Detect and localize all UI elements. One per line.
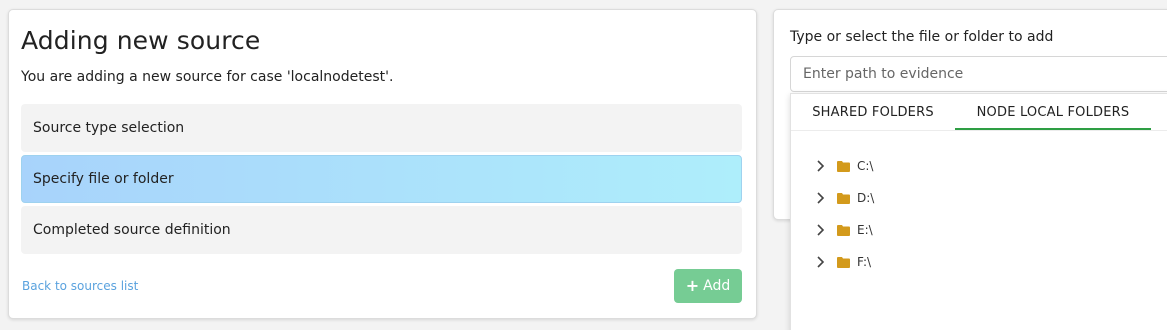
page-title: Adding new source <box>21 26 261 55</box>
step-specify-file-or-folder[interactable]: Specify file or folder <box>21 155 742 203</box>
folder-label: F:\ <box>857 255 872 269</box>
tab-shared-folders[interactable]: SHARED FOLDERS <box>791 94 955 130</box>
plus-icon: + <box>685 276 700 295</box>
step-completed-source-definition[interactable]: Completed source definition <box>21 206 742 254</box>
add-source-card: Adding new source You are adding a new s… <box>8 9 757 319</box>
folder-icon <box>837 256 850 268</box>
folder-icon <box>837 160 850 172</box>
folder-icon <box>837 224 850 236</box>
folder-label: E:\ <box>857 223 873 237</box>
step-label: Source type selection <box>33 120 185 136</box>
folder-browser-dropdown: SHARED FOLDERS NODE LOCAL FOLDERS C:\ D:… <box>790 93 1167 330</box>
add-button-label: Add <box>703 278 731 294</box>
page-subtitle: You are adding a new source for case 'lo… <box>21 69 394 85</box>
folder-label: C:\ <box>857 159 874 173</box>
folder-item-d[interactable]: D:\ <box>815 188 874 208</box>
folder-item-c[interactable]: C:\ <box>815 156 873 176</box>
path-label: Type or select the file or folder to add <box>790 29 1054 45</box>
add-button[interactable]: + Add <box>674 269 742 303</box>
chevron-right-icon[interactable] <box>815 255 827 269</box>
folder-item-f[interactable]: F:\ <box>815 252 871 272</box>
chevron-right-icon[interactable] <box>815 191 827 205</box>
tab-node-local-folders[interactable]: NODE LOCAL FOLDERS <box>955 94 1151 130</box>
path-input[interactable] <box>790 56 1167 92</box>
folder-icon <box>837 192 850 204</box>
folder-item-e[interactable]: E:\ <box>815 220 873 240</box>
folder-tabs: SHARED FOLDERS NODE LOCAL FOLDERS <box>791 94 1167 131</box>
back-to-sources-link[interactable]: Back to sources list <box>22 279 138 293</box>
chevron-right-icon[interactable] <box>815 223 827 237</box>
step-label: Specify file or folder <box>33 171 174 187</box>
step-label: Completed source definition <box>33 222 231 238</box>
chevron-right-icon[interactable] <box>815 159 827 173</box>
step-source-type-selection[interactable]: Source type selection <box>21 104 742 152</box>
folder-label: D:\ <box>857 191 875 205</box>
